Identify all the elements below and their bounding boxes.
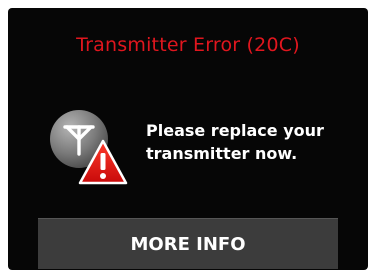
device-frame: Transmitter Error (20C) Please replace y… bbox=[0, 0, 374, 278]
alert-title: Transmitter Error (20C) bbox=[76, 34, 300, 56]
transmitter-warning-icon bbox=[47, 107, 129, 189]
alert-message: Please replace your transmitter now. bbox=[146, 121, 324, 163]
device-screen: Transmitter Error (20C) Please replace y… bbox=[8, 8, 368, 270]
more-info-button[interactable]: MORE INFO bbox=[38, 218, 338, 269]
